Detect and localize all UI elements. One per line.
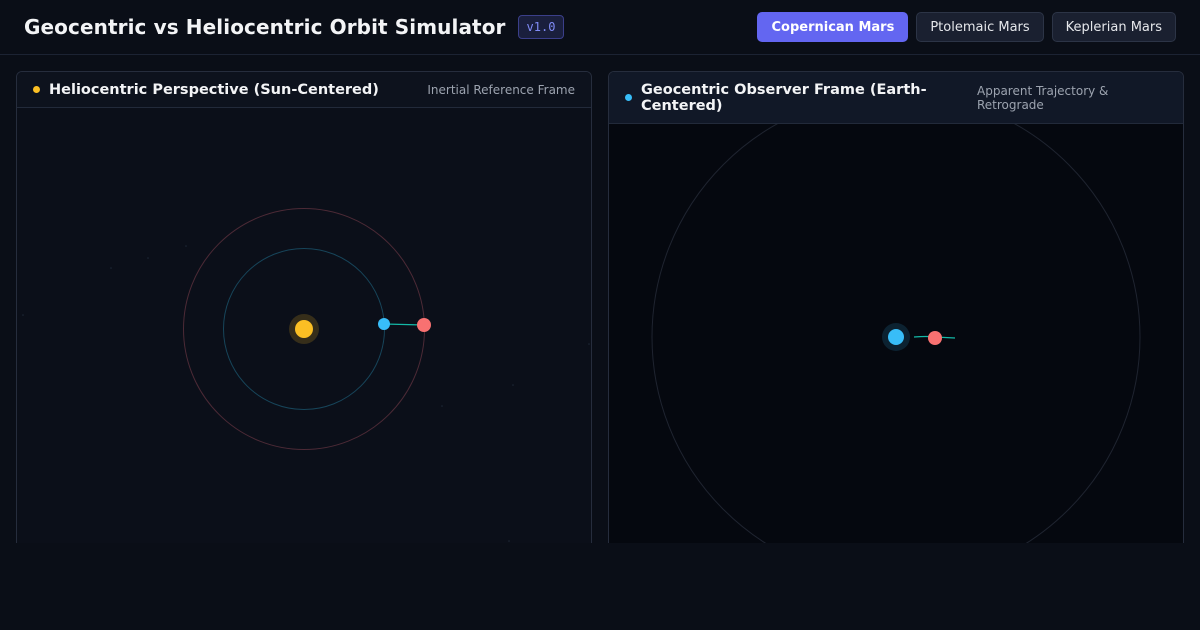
- status-dot-icon: [625, 94, 632, 101]
- earth-icon[interactable]: [378, 318, 390, 330]
- heliocentric-panel: Heliocentric Perspective (Sun-Centered) …: [16, 71, 592, 551]
- keplerian-mars-button[interactable]: Keplerian Mars: [1051, 12, 1176, 42]
- sun-icon: [295, 320, 313, 338]
- geocentric-panel-header: Geocentric Observer Frame (Earth-Centere…: [609, 72, 1183, 124]
- star-field: [22, 245, 590, 542]
- geocentric-panel-title: Geocentric Observer Frame (Earth-Centere…: [641, 81, 927, 114]
- mars-icon[interactable]: [417, 318, 431, 332]
- heliocentric-scene: [22, 208, 590, 542]
- page-footer-area: [0, 543, 1200, 630]
- mode-selector: Copernican Mars Ptolemaic Mars Keplerian…: [757, 12, 1176, 42]
- earth-icon[interactable]: [888, 329, 904, 345]
- geocentric-canvas[interactable]: [609, 124, 1183, 550]
- ptolemaic-mars-button[interactable]: Ptolemaic Mars: [916, 12, 1044, 42]
- geocentric-scene: [651, 124, 1141, 550]
- version-badge: v1.0: [517, 15, 565, 39]
- heliocentric-panel-header: Heliocentric Perspective (Sun-Centered) …: [17, 72, 591, 108]
- heliocentric-panel-subtitle: Inertial Reference Frame: [427, 82, 575, 97]
- heliocentric-panel-title: Heliocentric Perspective (Sun-Centered): [49, 81, 379, 98]
- heliocentric-canvas[interactable]: [17, 108, 591, 550]
- top-bar: Geocentric vs Heliocentric Orbit Simulat…: [0, 0, 1200, 55]
- app-title: Geocentric vs Heliocentric Orbit Simulat…: [24, 15, 506, 39]
- geocentric-panel-subtitle: Apparent Trajectory & Retrograde: [977, 83, 1109, 112]
- status-dot-icon: [33, 86, 40, 93]
- copernican-mars-button[interactable]: Copernican Mars: [757, 12, 909, 42]
- mars-icon[interactable]: [928, 331, 942, 345]
- geocentric-panel: Geocentric Observer Frame (Earth-Centere…: [608, 71, 1184, 551]
